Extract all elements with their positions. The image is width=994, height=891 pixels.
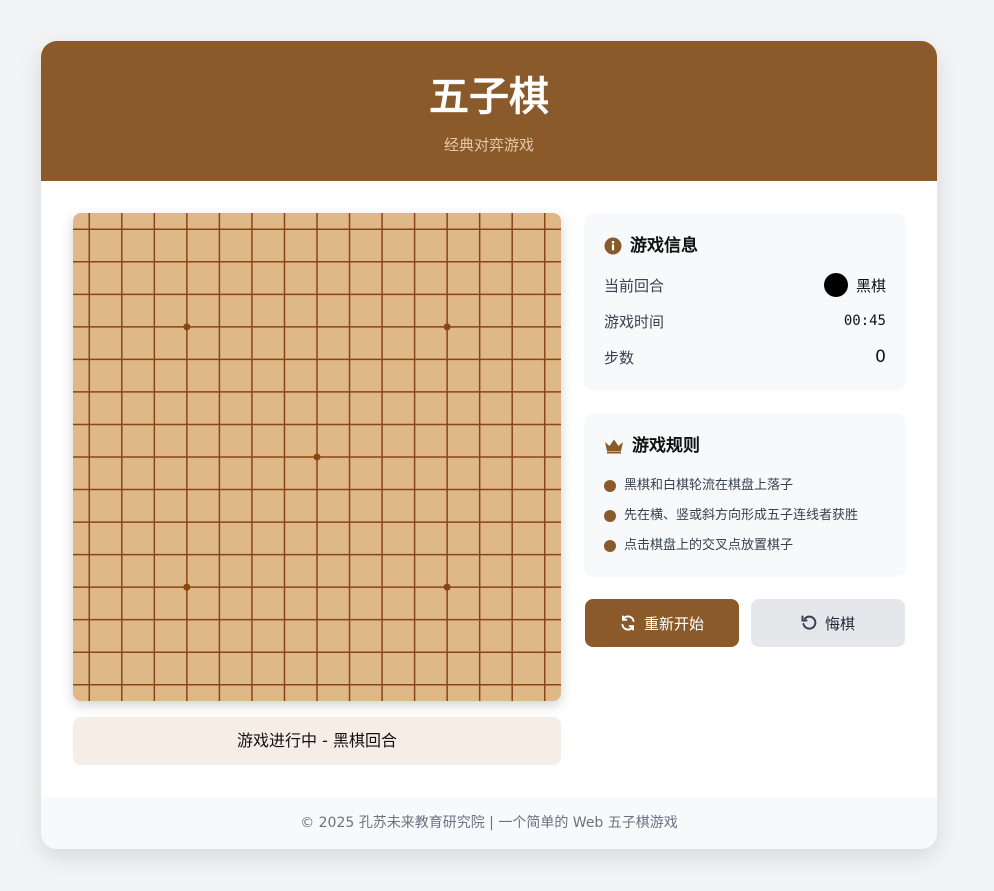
- bullet-icon: [604, 540, 616, 552]
- star-point: [183, 323, 191, 331]
- undo-icon: [801, 615, 817, 631]
- game-info-panel: 游戏信息 当前回合 黑棋 游戏时间 00:45 步数 0: [584, 213, 906, 391]
- game-rules-panel: 游戏规则 黑棋和白棋轮流在棋盘上落子 先在横、竖或斜方向形成五子连线者获胜 点击…: [584, 413, 906, 577]
- steps-value: 0: [875, 347, 886, 367]
- current-turn-value: 黑棋: [855, 276, 886, 295]
- game-time-row: 游戏时间 00:45: [604, 309, 886, 333]
- current-turn-row: 当前回合 黑棋: [604, 273, 886, 297]
- refresh-icon: [620, 615, 636, 631]
- current-turn-stone: [823, 273, 848, 297]
- current-turn-label: 当前回合: [604, 276, 665, 295]
- board-grid[interactable]: [73, 213, 561, 701]
- star-point: [183, 583, 191, 591]
- star-point: [443, 323, 451, 331]
- header: 五子棋 经典对弈游戏: [41, 41, 937, 181]
- restart-button[interactable]: 重新开始: [585, 599, 739, 647]
- rule-item: 点击棋盘上的交叉点放置棋子: [604, 533, 896, 553]
- star-point: [443, 583, 451, 591]
- restart-label: 重新开始: [643, 615, 704, 633]
- bullet-icon: [604, 480, 616, 492]
- star-point: [313, 453, 321, 461]
- page-title: 五子棋: [429, 74, 549, 120]
- game-info-title: 游戏信息: [630, 236, 698, 256]
- game-time-value: 00:45: [843, 313, 886, 329]
- steps-row: 步数 0: [604, 345, 886, 369]
- info-circle-icon: [604, 237, 622, 255]
- footer: © 2025 孔苏未来教育研究院 | 一个简单的 Web 五子棋游戏: [41, 797, 937, 849]
- undo-label: 悔棋: [824, 615, 855, 633]
- game-time-label: 游戏时间: [604, 312, 665, 331]
- crown-icon: [604, 438, 624, 454]
- bullet-icon: [604, 510, 616, 522]
- steps-label: 步数: [604, 348, 635, 367]
- status-bar: 游戏进行中 - 黑棋回合: [73, 717, 561, 765]
- game-board[interactable]: [73, 213, 561, 701]
- game-card: 五子棋 经典对弈游戏 游戏进行中 - 黑棋回合 游戏信息 当前回合 黑棋 游戏时…: [41, 41, 937, 849]
- page-subtitle: 经典对弈游戏: [443, 136, 534, 154]
- rule-item: 先在横、竖或斜方向形成五子连线者获胜: [604, 503, 896, 523]
- undo-button[interactable]: 悔棋: [751, 599, 905, 647]
- game-rules-title: 游戏规则: [632, 436, 700, 456]
- rule-item: 黑棋和白棋轮流在棋盘上落子: [604, 473, 896, 493]
